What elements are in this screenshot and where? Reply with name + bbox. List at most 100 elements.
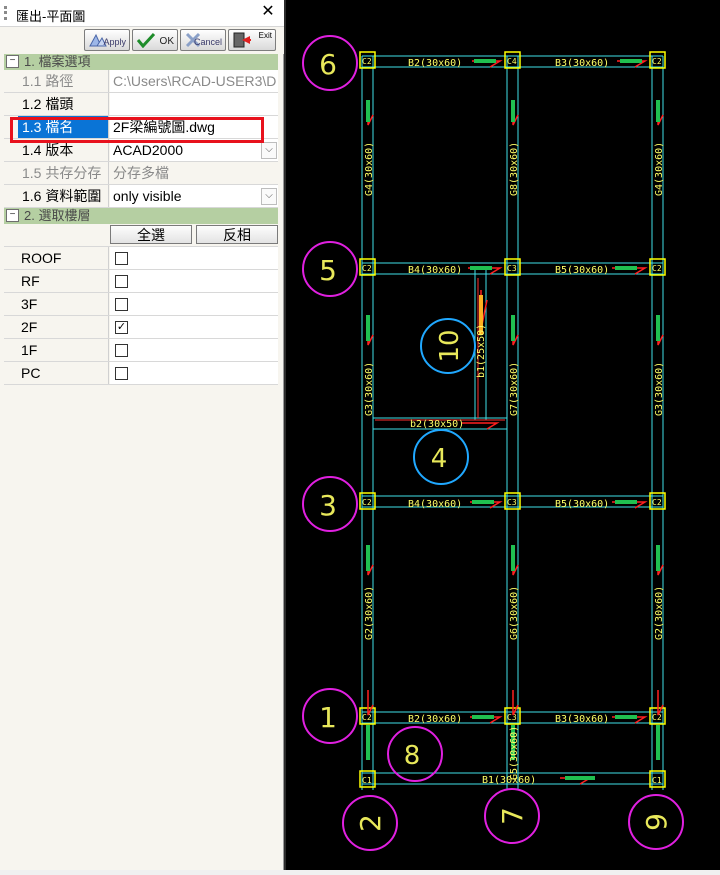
cancel-button[interactable]: Cancel xyxy=(180,29,226,51)
floor-checkbox[interactable] xyxy=(115,252,128,265)
collapse-toggle-icon[interactable]: − xyxy=(6,209,19,222)
select-all-button[interactable]: 全選 xyxy=(110,225,192,244)
floor-row-2f[interactable]: 2F ✓ xyxy=(4,316,278,339)
property-row-header[interactable]: 1.2 檔頭 xyxy=(4,93,278,116)
girder-label: G8(30x60) xyxy=(509,142,520,196)
drag-grip-icon[interactable] xyxy=(4,6,10,20)
floor-row-roof[interactable]: ROOF xyxy=(4,247,278,270)
svg-text:C2: C2 xyxy=(362,57,372,66)
girder-label: G7(30x60) xyxy=(509,362,520,416)
svg-text:C2: C2 xyxy=(362,498,372,507)
floor-name: 2F xyxy=(18,316,109,338)
axis-label: 3 xyxy=(319,489,337,522)
girder-label: G6(30x60) xyxy=(509,586,520,640)
beam-label: B4(30x60) xyxy=(408,265,462,276)
property-name: 1.5 共存分存 xyxy=(18,162,109,184)
beam-label: B2(30x60) xyxy=(408,714,462,725)
svg-text:C3: C3 xyxy=(507,498,517,507)
floor-row-rf[interactable]: RF xyxy=(4,270,278,293)
section-select-floors[interactable]: − 2. 選取樓層 xyxy=(4,208,278,224)
floor-checkbox[interactable] xyxy=(115,298,128,311)
invert-selection-button[interactable]: 反相 xyxy=(196,225,278,244)
axis-label: 6 xyxy=(319,48,337,81)
cad-viewport[interactable]: C2 C4 C2 C2 C3 C2 C2 C3 C2 C2 C3 C2 C1 C1 xyxy=(286,0,720,870)
chevron-down-icon[interactable]: ⌵ xyxy=(261,142,277,159)
svg-text:C2: C2 xyxy=(362,713,372,722)
path-value[interactable]: C:\Users\RCAD-USER3\D xyxy=(110,70,278,92)
axis-label: 1 xyxy=(319,701,337,734)
section-file-options[interactable]: − 1. 檔案選項 xyxy=(4,54,278,70)
apply-label: Apply xyxy=(103,37,126,47)
svg-text:C2: C2 xyxy=(362,264,372,273)
title-bar[interactable]: 匯出-平面圖 ✕ xyxy=(0,0,284,27)
girder-label: G4(30x60) xyxy=(654,142,665,196)
svg-text:C2: C2 xyxy=(652,57,662,66)
floor-button-row: 全選 反相 xyxy=(4,224,278,247)
floor-checkbox[interactable] xyxy=(115,344,128,357)
floor-checkbox[interactable] xyxy=(115,367,128,380)
svg-text:C2: C2 xyxy=(652,264,662,273)
floor-checkbox[interactable] xyxy=(115,275,128,288)
floor-plan-drawing[interactable]: C2 C4 C2 C2 C3 C2 C2 C3 C2 C2 C3 C2 C1 C1 xyxy=(286,0,720,870)
export-panel: 匯出-平面圖 ✕ Apply OK Cancel Exit − 1. 檔案選項 … xyxy=(0,0,284,870)
floor-name: 3F xyxy=(18,293,109,315)
property-row-version[interactable]: 1.4 版本 ACAD2000 ⌵ xyxy=(4,139,278,162)
exit-door-icon xyxy=(233,32,251,48)
svg-text:C2: C2 xyxy=(652,498,662,507)
property-name: 1.6 資料範圍 xyxy=(18,185,109,207)
property-row-path[interactable]: 1.1 路徑 C:\Users\RCAD-USER3\D xyxy=(4,70,278,93)
header-value[interactable] xyxy=(110,93,278,115)
property-name: 1.2 檔頭 xyxy=(18,93,109,115)
svg-text:C1: C1 xyxy=(652,776,662,785)
floor-row-1f[interactable]: 1F xyxy=(4,339,278,362)
girder-label: G2(30x60) xyxy=(364,586,375,640)
beam-label: b1(25x50) xyxy=(476,324,487,378)
floor-name: 1F xyxy=(18,339,109,361)
data-range-value[interactable]: only visible xyxy=(110,185,278,207)
beam-label: B5(30x60) xyxy=(555,499,609,510)
floor-name: PC xyxy=(18,362,109,384)
check-icon xyxy=(136,32,156,48)
beam-label: B2(30x60) xyxy=(408,58,462,69)
girder-label: G4(30x60) xyxy=(364,142,375,196)
floor-name: RF xyxy=(18,270,109,292)
coexist-value: 分存多檔 xyxy=(110,162,278,184)
axis-label: 2 xyxy=(354,814,387,832)
ok-button[interactable]: OK xyxy=(132,29,178,51)
section-label: 2. 選取樓層 xyxy=(24,208,91,223)
close-button[interactable]: ✕ xyxy=(258,2,278,22)
beam-label: B3(30x60) xyxy=(555,58,609,69)
girder-label: G3(30x60) xyxy=(364,362,375,416)
svg-text:C1: C1 xyxy=(362,776,372,785)
toolbar: Apply OK Cancel Exit xyxy=(0,27,284,54)
floor-row-3f[interactable]: 3F xyxy=(4,293,278,316)
version-value[interactable]: ACAD2000 xyxy=(110,139,278,161)
window-title: 匯出-平面圖 xyxy=(16,9,86,24)
property-name: 1.1 路徑 xyxy=(18,70,109,92)
property-name: 1.4 版本 xyxy=(18,139,109,161)
beam-label: B3(30x60) xyxy=(555,714,609,725)
apply-button[interactable]: Apply xyxy=(84,29,130,51)
property-row-coexist[interactable]: 1.5 共存分存 分存多檔 xyxy=(4,162,278,185)
girder-label: G5(30x60) xyxy=(509,726,520,780)
property-row-filename[interactable]: 1.3 檔名 2F梁編號圖.dwg xyxy=(4,116,278,139)
beam-label: B4(30x60) xyxy=(408,499,462,510)
beam-label: b2(30x50) xyxy=(410,419,464,430)
axis-label: 9 xyxy=(640,813,673,831)
floor-checkbox[interactable]: ✓ xyxy=(115,321,128,334)
svg-text:C3: C3 xyxy=(507,713,517,722)
floor-name: ROOF xyxy=(18,247,109,269)
section-label: 1. 檔案選項 xyxy=(24,54,91,69)
svg-text:C4: C4 xyxy=(507,57,517,66)
floor-row-pc[interactable]: PC xyxy=(4,362,278,385)
exit-button[interactable]: Exit xyxy=(228,29,276,51)
chevron-down-icon[interactable]: ⌵ xyxy=(261,188,277,205)
property-name: 1.3 檔名 xyxy=(18,116,109,138)
callout-label: 8 xyxy=(404,741,421,771)
axis-label: 7 xyxy=(496,807,529,825)
filename-value[interactable]: 2F梁編號圖.dwg xyxy=(110,116,278,138)
collapse-toggle-icon[interactable]: − xyxy=(6,55,19,68)
cancel-label: Cancel xyxy=(193,37,222,47)
girder-label: G3(30x60) xyxy=(654,362,665,416)
property-row-data-range[interactable]: 1.6 資料範圍 only visible ⌵ xyxy=(4,185,278,208)
